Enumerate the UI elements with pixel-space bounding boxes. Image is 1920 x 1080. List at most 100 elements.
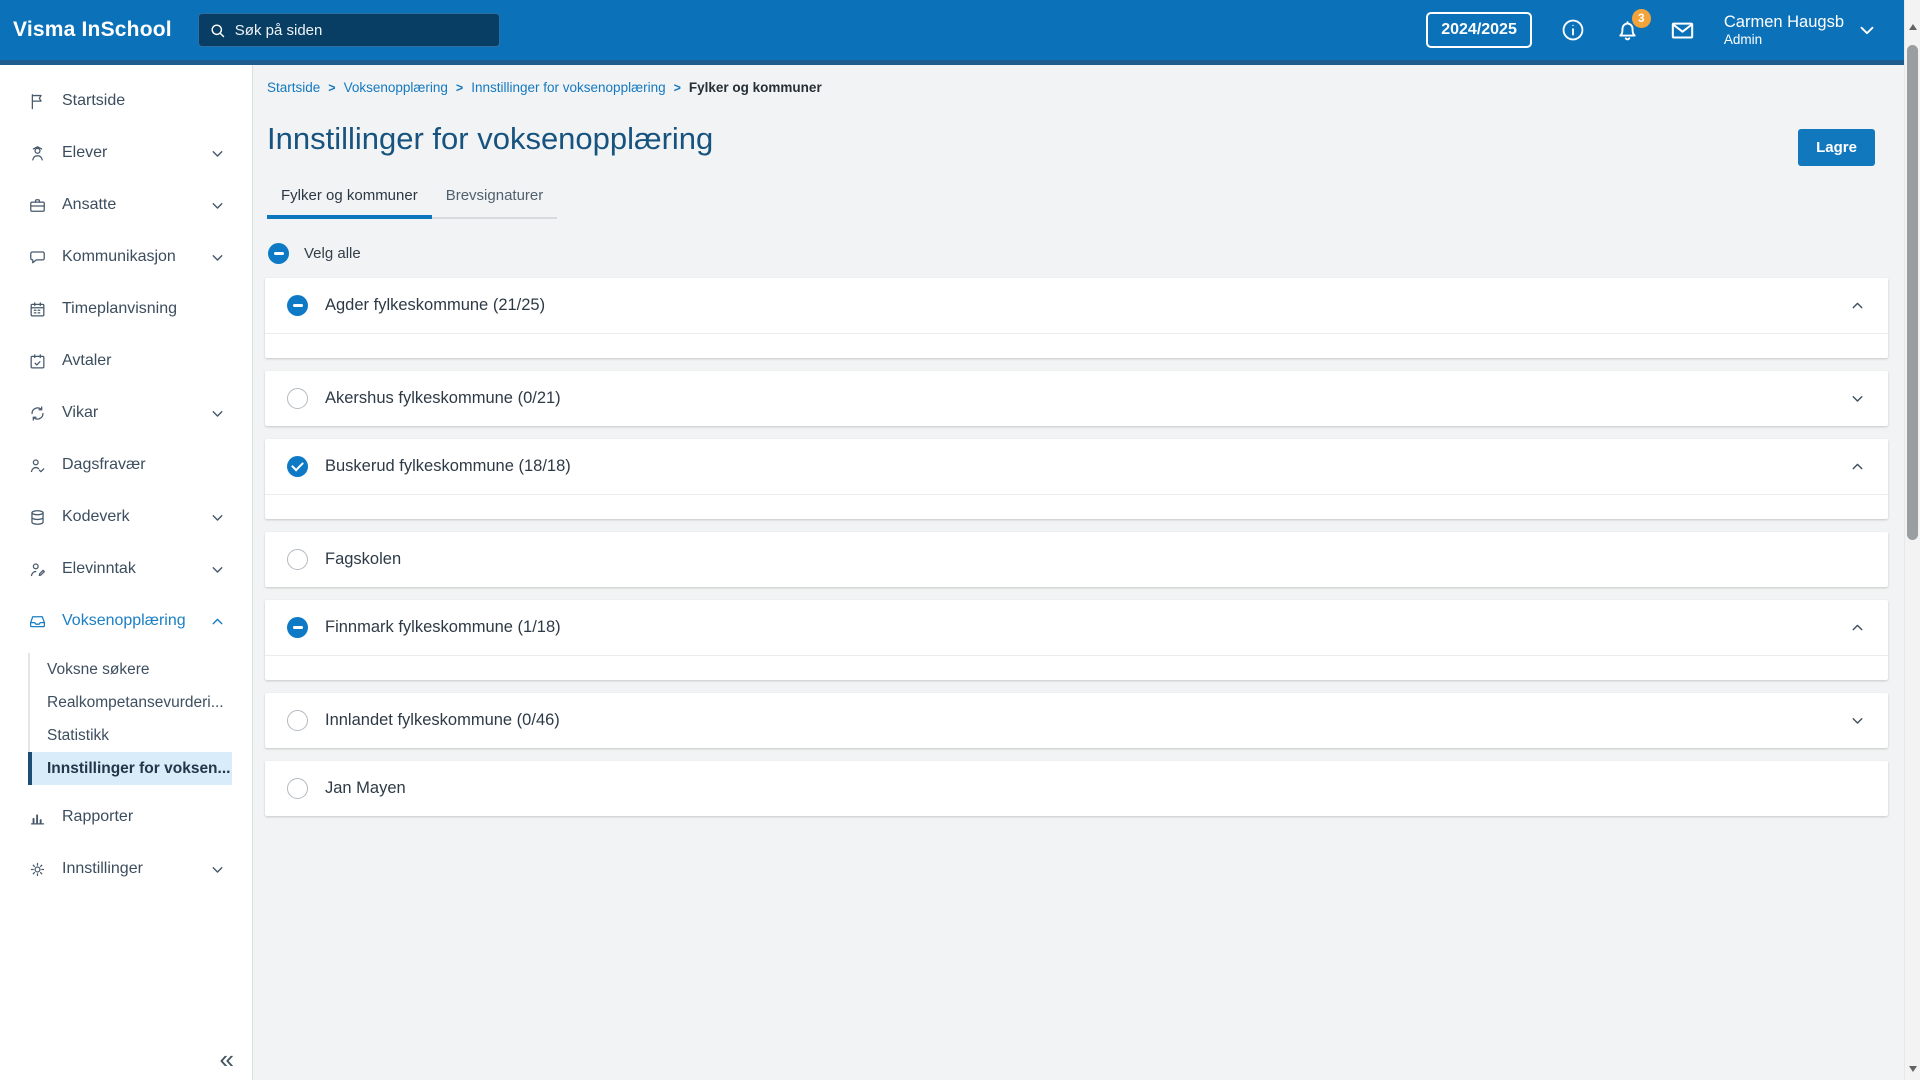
- breadcrumb-separator-icon: >: [674, 81, 681, 95]
- section-header[interactable]: Agder fylkeskommune (21/25): [265, 278, 1888, 333]
- municipality-grid: [265, 494, 1888, 519]
- sidebar-item-kodeverk[interactable]: Kodeverk: [0, 491, 252, 543]
- section-title: Buskerud fylkeskommune (18/18): [325, 457, 571, 476]
- info-icon: [1560, 17, 1586, 43]
- topbar: Visma InSchool 2024/2025 3 Carmen Haugsb: [0, 0, 1904, 65]
- sidebar-item-label: Avtaler: [62, 352, 112, 370]
- sidebar-item-label: Rapporter: [62, 808, 133, 826]
- municipality-grid: [265, 333, 1888, 358]
- sidebar-item-startside[interactable]: Startside: [0, 75, 252, 127]
- section-finnmark-fylkeskommune-1-18: Finnmark fylkeskommune (1/18): [265, 600, 1888, 680]
- section-checkbox[interactable]: [287, 710, 308, 731]
- section-akershus-fylkeskommune-0-21: Akershus fylkeskommune (0/21): [265, 371, 1888, 426]
- sidebar-item-label: Voksenopplæring: [62, 612, 186, 630]
- sidebar-item-elevinntak[interactable]: Elevinntak: [0, 543, 252, 595]
- chevron-down-icon: [209, 561, 226, 578]
- section-header[interactable]: Fagskolen: [265, 532, 1888, 587]
- section-header[interactable]: Finnmark fylkeskommune (1/18): [265, 600, 1888, 655]
- sidebar-item-label: Kodeverk: [62, 508, 130, 526]
- breadcrumb-link-voksenopplaering[interactable]: Voksenopplæring: [344, 80, 448, 95]
- chevron-down-icon: [209, 405, 226, 422]
- notifications-button[interactable]: 3: [1614, 16, 1642, 44]
- info-button[interactable]: [1559, 16, 1587, 44]
- section-checkbox[interactable]: [287, 549, 308, 570]
- scrollbar-down-arrow[interactable]: [1909, 1066, 1917, 1072]
- sidebar-item-label: Elever: [62, 144, 107, 162]
- inbox-icon: [28, 612, 47, 631]
- breadcrumb: Startside > Voksenopplæring > Innstillinger …: [267, 65, 1888, 95]
- section-checkbox[interactable]: [287, 778, 308, 799]
- chevron-down-icon: [209, 145, 226, 162]
- topbar-actions: 2024/2025 3 Carmen Haugsb Admin: [1426, 12, 1878, 48]
- sidebar-item-label: Elevinntak: [62, 560, 136, 578]
- global-search[interactable]: [198, 13, 500, 47]
- page-title: Innstillinger for voksenopplæring: [267, 121, 1888, 157]
- main-content: Startside > Voksenopplæring > Innstillinger …: [254, 65, 1904, 1080]
- chevron-up-icon[interactable]: [1849, 458, 1866, 475]
- database-icon: [28, 508, 47, 527]
- select-all-label: Velg alle: [304, 245, 361, 262]
- user-role: Admin: [1724, 32, 1844, 48]
- section-jan-mayen: Jan Mayen: [265, 761, 1888, 816]
- sidebar-item-timeplanvisning[interactable]: Timeplanvisning: [0, 283, 252, 335]
- select-all[interactable]: Velg alle: [268, 243, 1888, 264]
- sidebar: Startside Elever Ansatte KommunikasjonTimep…: [0, 65, 253, 1080]
- school-year-button[interactable]: 2024/2025: [1426, 12, 1532, 48]
- breadcrumb-link-startside[interactable]: Startside: [267, 80, 320, 95]
- section-buskerud-fylkeskommune-18-18: Buskerud fylkeskommune (18/18): [265, 439, 1888, 519]
- section-checkbox[interactable]: [287, 295, 308, 316]
- sidebar-item-innstillinger[interactable]: Innstillinger: [0, 843, 252, 895]
- tab-brevsignaturer[interactable]: Brevsignaturer: [432, 187, 558, 217]
- submenu-item-realkompetansevurderi[interactable]: Realkompetansevurderi...: [30, 686, 232, 719]
- scrollbar-thumb[interactable]: [1907, 45, 1918, 540]
- section-agder-fylkeskommune-21-25: Agder fylkeskommune (21/25): [265, 278, 1888, 358]
- section-checkbox[interactable]: [287, 456, 308, 477]
- sidebar-item-ansatte[interactable]: Ansatte: [0, 179, 252, 231]
- section-header[interactable]: Innlandet fylkeskommune (0/46): [265, 693, 1888, 748]
- chevron-down-icon: [209, 509, 226, 526]
- select-all-checkbox[interactable]: [268, 243, 289, 264]
- chevron-down-icon[interactable]: [1849, 712, 1866, 729]
- breadcrumb-link-innstillinger-for-voksenopplaering[interactable]: Innstillinger for voksenopplæring: [471, 80, 665, 95]
- section-checkbox[interactable]: [287, 617, 308, 638]
- calendar-check-icon: [28, 352, 47, 371]
- breadcrumb-separator-icon: >: [456, 81, 463, 95]
- sidebar-item-label: Ansatte: [62, 196, 116, 214]
- page-scrollbar: [1904, 0, 1920, 1080]
- section-title: Agder fylkeskommune (21/25): [325, 296, 545, 315]
- scrollbar-up-arrow[interactable]: [1909, 24, 1917, 30]
- sidebar-item-avtaler[interactable]: Avtaler: [0, 335, 252, 387]
- sidebar-item-voksenopplaering[interactable]: Voksenopplæring: [0, 595, 252, 647]
- search-input[interactable]: [235, 22, 489, 39]
- chevron-down-icon: [209, 861, 226, 878]
- sidebar-item-kommunikasjon[interactable]: Kommunikasjon: [0, 231, 252, 283]
- briefcase-icon: [28, 196, 47, 215]
- section-header[interactable]: Akershus fylkeskommune (0/21): [265, 371, 1888, 426]
- chevron-up-icon[interactable]: [1849, 297, 1866, 314]
- sidebar-item-vikar[interactable]: Vikar: [0, 387, 252, 439]
- sections-list: Agder fylkeskommune (21/25) Akershus fylk…: [265, 278, 1888, 816]
- breadcrumb-separator-icon: >: [328, 81, 335, 95]
- sidebar-item-rapporter[interactable]: Rapporter: [0, 791, 252, 843]
- person-edit-icon: [28, 560, 47, 579]
- collapse-sidebar-button[interactable]: «: [220, 1046, 234, 1072]
- sidebar-item-elever[interactable]: Elever: [0, 127, 252, 179]
- submenu-item-statistikk[interactable]: Statistikk: [30, 719, 232, 752]
- chevron-up-icon[interactable]: [1849, 619, 1866, 636]
- submenu-item-innstillinger-for-voksen[interactable]: Innstillinger for voksen...: [28, 752, 232, 785]
- section-header[interactable]: Jan Mayen: [265, 761, 1888, 816]
- section-title: Fagskolen: [325, 550, 401, 569]
- save-button[interactable]: Lagre: [1798, 129, 1875, 166]
- section-title: Finnmark fylkeskommune (1/18): [325, 618, 561, 637]
- chevron-down-icon[interactable]: [1849, 390, 1866, 407]
- sidebar-item-label: Startside: [62, 92, 125, 110]
- sidebar-item-dagsfravaer[interactable]: Dagsfravær: [0, 439, 252, 491]
- app-logo[interactable]: Visma InSchool: [13, 18, 172, 42]
- submenu-voksenopplaering: Voksne søkereRealkompetansevurderi...Sta…: [28, 653, 232, 785]
- section-header[interactable]: Buskerud fylkeskommune (18/18): [265, 439, 1888, 494]
- submenu-item-voksne-sokere[interactable]: Voksne søkere: [30, 653, 232, 686]
- tab-fylker-og-kommuner[interactable]: Fylker og kommuner: [267, 187, 432, 217]
- user-menu[interactable]: Carmen Haugsb Admin: [1724, 12, 1878, 48]
- messages-button[interactable]: [1669, 16, 1697, 44]
- section-checkbox[interactable]: [287, 388, 308, 409]
